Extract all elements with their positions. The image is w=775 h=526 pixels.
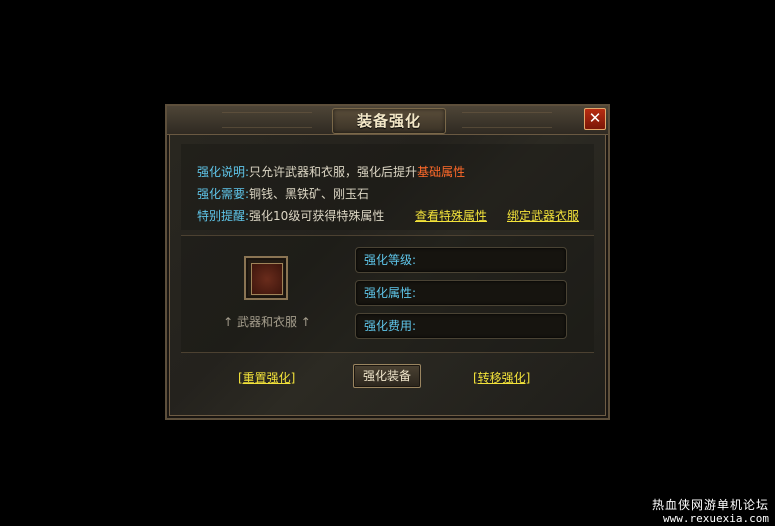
- site-url: www.rexuexia.com: [663, 512, 769, 525]
- info-line-requirements: 强化需要:铜钱、黑铁矿、刚玉石: [197, 185, 369, 202]
- equipment-slot-socket: [251, 263, 283, 295]
- requirements-text: 铜钱、黑铁矿、刚玉石: [249, 187, 370, 201]
- reset-enhance-link[interactable]: [重置强化]: [238, 369, 295, 386]
- title-ornament-left: [222, 112, 312, 128]
- close-button[interactable]: ✕: [584, 108, 606, 130]
- description-label: 强化说明:: [197, 165, 250, 179]
- info-panel: 强化说明:只允许武器和衣服，强化后提升基础属性 强化需要:铜钱、黑铁矿、刚玉石 …: [181, 144, 594, 230]
- enhance-equipment-button[interactable]: 强化装备: [353, 364, 421, 388]
- transfer-enhance-link[interactable]: [转移强化]: [473, 369, 530, 386]
- base-attribute-highlight: 基础属性: [417, 165, 466, 179]
- title-bar[interactable]: 装备强化 ✕: [167, 106, 608, 135]
- enhance-attribute-field: 强化属性:: [355, 280, 567, 306]
- requirements-label: 强化需要:: [197, 187, 250, 201]
- divider-bottom: [181, 352, 594, 353]
- description-text: 只允许武器和衣服，强化后提升: [249, 165, 418, 179]
- site-name: 热血侠网游单机论坛: [651, 498, 769, 512]
- view-special-attributes-link[interactable]: 查看特殊属性: [415, 207, 487, 224]
- title-ornament-right: [462, 112, 552, 128]
- enhance-level-field: 强化等级:: [355, 247, 567, 273]
- reminder-label: 特别提醒:: [197, 209, 250, 223]
- site-watermark: 热血侠网游单机论坛 www.rexuexia.com: [652, 498, 769, 526]
- slot-hint: ↑ 武器和衣服 ↑: [223, 315, 311, 329]
- bind-weapon-armor-link[interactable]: 绑定武器衣服: [507, 207, 579, 224]
- enhance-cost-field: 强化费用:: [355, 313, 567, 339]
- equipment-enhance-dialog: 装备强化 ✕ 强化说明:只允许武器和衣服，强化后提升基础属性 强化需要:铜钱、黑…: [165, 104, 610, 420]
- info-line-description: 强化说明:只允许武器和衣服，强化后提升基础属性: [197, 163, 465, 180]
- dialog-title: 装备强化: [332, 108, 446, 134]
- info-line-reminder: 特别提醒:强化10级可获得特殊属性: [197, 207, 384, 224]
- equipment-slot[interactable]: [244, 256, 288, 300]
- reminder-text: 强化10级可获得特殊属性: [249, 209, 385, 223]
